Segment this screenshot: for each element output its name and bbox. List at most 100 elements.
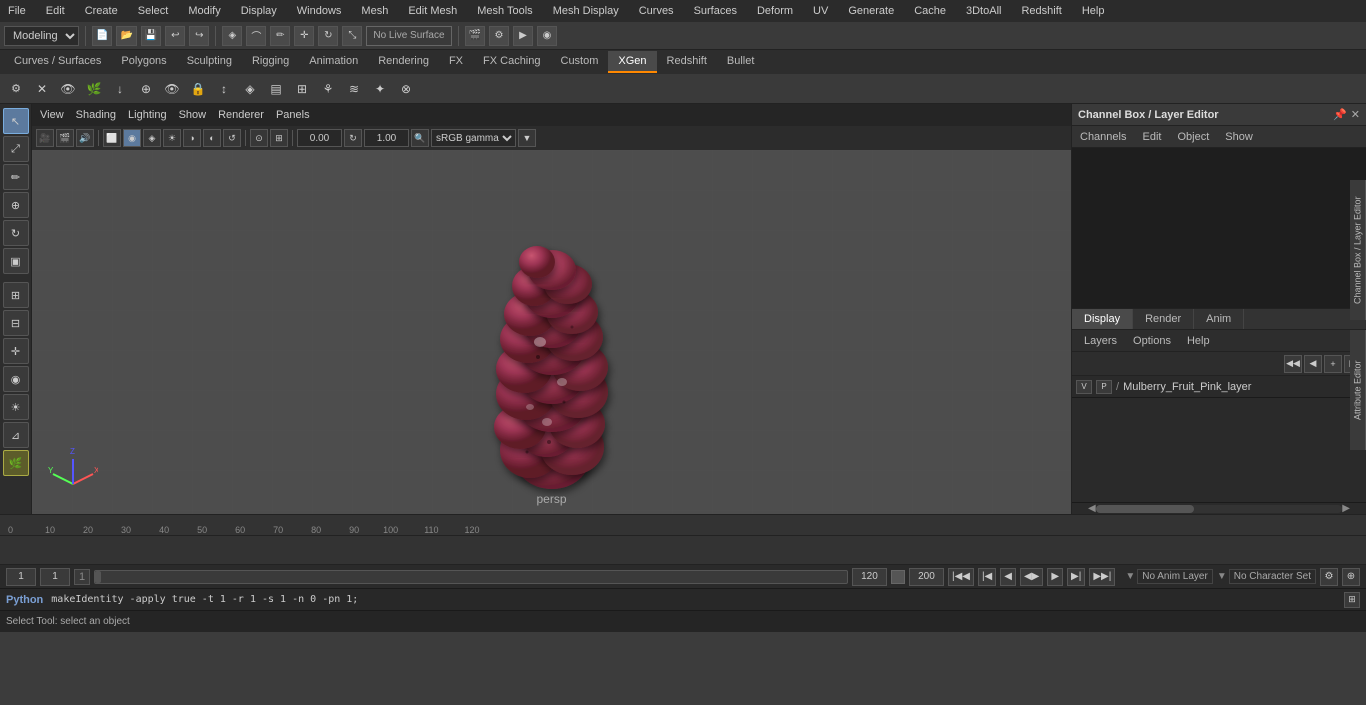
xgen-icon-7[interactable]: 🔒 bbox=[186, 77, 210, 101]
cb-menu-show[interactable]: Show bbox=[1217, 128, 1261, 146]
next-key-btn[interactable]: ▶▶| bbox=[1089, 568, 1115, 586]
tab-fx-caching[interactable]: FX Caching bbox=[473, 51, 550, 73]
select-tool-btn[interactable]: ◈ bbox=[222, 26, 242, 46]
menu-display[interactable]: Display bbox=[237, 3, 281, 19]
move-left[interactable]: ✛ bbox=[3, 338, 29, 364]
frame-input-2[interactable] bbox=[40, 568, 70, 586]
workspace-selector[interactable]: Modeling bbox=[4, 26, 79, 46]
channel-box-close-icon[interactable]: ✕ bbox=[1351, 108, 1360, 121]
char-set-settings-btn[interactable]: ⚙ bbox=[1320, 568, 1338, 586]
menu-surfaces[interactable]: Surfaces bbox=[690, 3, 741, 19]
char-set-arrow[interactable]: ▼ bbox=[1217, 571, 1227, 582]
next-frame-btn[interactable]: ▶| bbox=[1067, 568, 1085, 586]
layer-opt-options[interactable]: Options bbox=[1125, 332, 1179, 350]
lasso-tool-btn[interactable]: ⌒ bbox=[246, 26, 266, 46]
paint-select-btn[interactable]: ✏ bbox=[270, 26, 290, 46]
menu-help[interactable]: Help bbox=[1078, 3, 1109, 19]
menu-mesh[interactable]: Mesh bbox=[357, 3, 392, 19]
layer-v-btn-0[interactable]: V bbox=[1076, 380, 1092, 394]
tab-sculpting[interactable]: Sculpting bbox=[177, 51, 242, 73]
select-tool-left[interactable]: ↖ bbox=[3, 108, 29, 134]
ipr-btn[interactable]: ▶ bbox=[513, 26, 533, 46]
tab-curves-surfaces[interactable]: Curves / Surfaces bbox=[4, 51, 111, 73]
scroll-thumb[interactable] bbox=[1096, 505, 1195, 513]
end-frame-arrow[interactable] bbox=[891, 570, 905, 584]
vp-shading[interactable]: Shading bbox=[76, 109, 116, 121]
scroll-left-arrow[interactable]: ◀ bbox=[1088, 503, 1096, 514]
scale-tool-btn[interactable]: ⤡ bbox=[342, 26, 362, 46]
layer-new-btn[interactable]: + bbox=[1324, 355, 1342, 373]
scroll-right-arrow[interactable]: ▶ bbox=[1342, 503, 1350, 514]
new-scene-btn[interactable]: 📄 bbox=[92, 26, 112, 46]
marquee-left[interactable]: ▣ bbox=[3, 248, 29, 274]
xgen-icon-9[interactable]: ◈ bbox=[238, 77, 262, 101]
menu-edit-mesh[interactable]: Edit Mesh bbox=[404, 3, 461, 19]
skip-back-btn[interactable]: |◀◀ bbox=[948, 568, 974, 586]
vp-ao-btn[interactable]: ◐ bbox=[203, 129, 221, 147]
open-scene-btn[interactable]: 📂 bbox=[116, 26, 136, 46]
tab-animation[interactable]: Animation bbox=[299, 51, 368, 73]
light-left[interactable]: ☀ bbox=[3, 394, 29, 420]
prev-key-btn[interactable]: |◀ bbox=[978, 568, 996, 586]
menu-cache[interactable]: Cache bbox=[910, 3, 950, 19]
xgen-icon-13[interactable]: ≋ bbox=[342, 77, 366, 101]
cb-menu-edit[interactable]: Edit bbox=[1134, 128, 1169, 146]
xgen-left[interactable]: 🌿 bbox=[3, 450, 29, 476]
vp-rot-icon[interactable]: ↻ bbox=[344, 129, 362, 147]
menu-create[interactable]: Create bbox=[81, 3, 122, 19]
vp-zoom-icon[interactable]: 🔍 bbox=[411, 129, 429, 147]
vp-rotation-input[interactable] bbox=[297, 129, 342, 147]
channel-box-pin-icon[interactable]: 📌 bbox=[1333, 108, 1347, 121]
vp-film-btn[interactable]: 🎬 bbox=[56, 129, 74, 147]
vp-shadow-btn[interactable]: ◑ bbox=[183, 129, 201, 147]
menu-generate[interactable]: Generate bbox=[844, 3, 898, 19]
menu-3dtoall[interactable]: 3DtoAll bbox=[962, 3, 1005, 19]
xgen-icon-8[interactable]: ↕ bbox=[212, 77, 236, 101]
menu-mesh-tools[interactable]: Mesh Tools bbox=[473, 3, 536, 19]
cb-menu-channels[interactable]: Channels bbox=[1072, 128, 1134, 146]
timeline-ruler[interactable]: 0 10 20 30 40 50 60 70 80 90 100 110 120 bbox=[0, 515, 1366, 535]
vp-view[interactable]: View bbox=[40, 109, 64, 121]
xgen-icon-1[interactable]: ✕ bbox=[30, 77, 54, 101]
menu-select[interactable]: Select bbox=[134, 3, 173, 19]
tab-redshift[interactable]: Redshift bbox=[657, 51, 717, 73]
move-tool-btn[interactable]: ✛ bbox=[294, 26, 314, 46]
timeline-scrubber[interactable] bbox=[0, 535, 1366, 564]
script-editor-btn[interactable]: ⊞ bbox=[1344, 592, 1360, 608]
save-scene-btn[interactable]: 💾 bbox=[141, 26, 161, 46]
layer-prev-btn[interactable]: ◀ bbox=[1304, 355, 1322, 373]
render-view-btn[interactable]: 🎬 bbox=[465, 26, 485, 46]
menu-redshift[interactable]: Redshift bbox=[1017, 3, 1065, 19]
settings-gear-icon[interactable]: ⚙ bbox=[4, 77, 28, 101]
layer-p-btn-0[interactable]: P bbox=[1096, 380, 1112, 394]
vp-isolate-btn[interactable]: ⊙ bbox=[250, 129, 268, 147]
xgen-icon-12[interactable]: ⚘ bbox=[316, 77, 340, 101]
tab-rendering[interactable]: Rendering bbox=[368, 51, 439, 73]
playback-end-input[interactable] bbox=[909, 568, 944, 586]
tab-custom[interactable]: Custom bbox=[551, 51, 609, 73]
xgen-icon-5[interactable]: ⊕ bbox=[134, 77, 158, 101]
anim-layer-arrow[interactable]: ▼ bbox=[1125, 571, 1135, 582]
vp-colorspace-select[interactable]: sRGB gamma bbox=[431, 129, 516, 147]
layer-opt-help[interactable]: Help bbox=[1179, 332, 1218, 350]
vp-colorspace-arrow[interactable]: ▼ bbox=[518, 129, 536, 147]
frame-end-input[interactable] bbox=[852, 568, 887, 586]
layer-tab-display[interactable]: Display bbox=[1072, 309, 1133, 329]
vp-lighting[interactable]: Lighting bbox=[128, 109, 167, 121]
xgen-icon-2[interactable]: 👁 bbox=[56, 77, 80, 101]
menu-modify[interactable]: Modify bbox=[184, 3, 224, 19]
xgen-icon-10[interactable]: ▤ bbox=[264, 77, 288, 101]
char-set-extra-btn[interactable]: ⊕ bbox=[1342, 568, 1360, 586]
undo-btn[interactable]: ↩ bbox=[165, 26, 185, 46]
live-surface-btn[interactable]: No Live Surface bbox=[366, 26, 451, 46]
layer-tab-render[interactable]: Render bbox=[1133, 309, 1194, 329]
tab-rigging[interactable]: Rigging bbox=[242, 51, 299, 73]
vp-wireframe-btn[interactable]: ⬜ bbox=[103, 129, 121, 147]
xgen-icon-14[interactable]: ✦ bbox=[368, 77, 392, 101]
menu-mesh-display[interactable]: Mesh Display bbox=[549, 3, 623, 19]
rotate-tool-btn[interactable]: ↻ bbox=[318, 26, 338, 46]
layer-row-0[interactable]: V P / Mulberry_Fruit_Pink_layer bbox=[1072, 376, 1366, 398]
xgen-icon-6[interactable]: 👁 bbox=[160, 77, 184, 101]
extra-left[interactable]: ⊿ bbox=[3, 422, 29, 448]
vp-panels[interactable]: Panels bbox=[276, 109, 310, 121]
